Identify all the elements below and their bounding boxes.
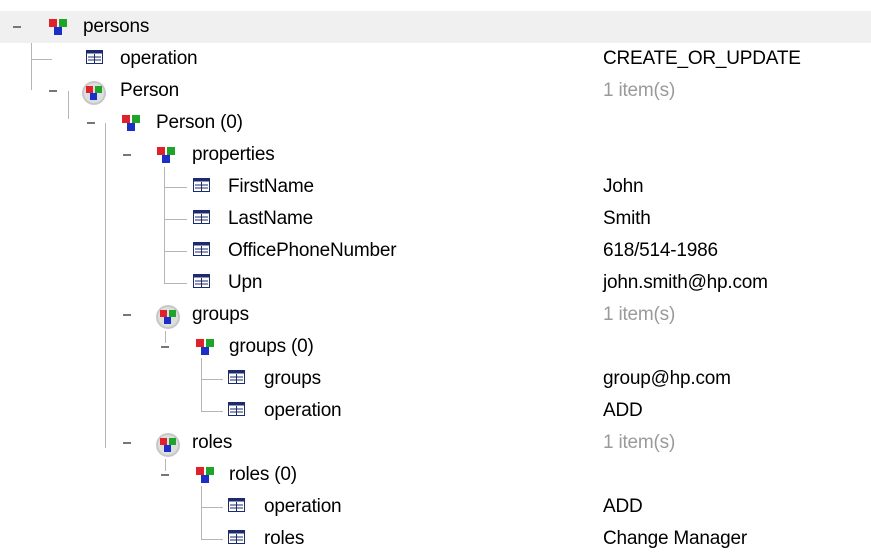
node-label: groups bbox=[192, 304, 249, 325]
collapse-toggle[interactable] bbox=[158, 468, 172, 482]
record-icon bbox=[155, 145, 177, 165]
field-icon bbox=[228, 402, 245, 416]
field-icon bbox=[193, 242, 210, 256]
collection-icon bbox=[155, 432, 181, 458]
node-value: 618/514-1986 bbox=[603, 240, 718, 261]
record-icon bbox=[194, 337, 216, 357]
collapse-toggle[interactable] bbox=[10, 20, 24, 34]
node-value: group@hp.com bbox=[603, 368, 731, 389]
field-icon bbox=[228, 370, 245, 384]
tree-node-persons[interactable]: persons bbox=[0, 11, 871, 43]
node-label: roles (0) bbox=[229, 464, 297, 485]
node-value: Smith bbox=[603, 208, 651, 229]
object-tree: persons operation CREATE_OR_UPDATE Perso… bbox=[0, 0, 871, 550]
node-value: 1 item(s) bbox=[603, 80, 676, 101]
node-label: groups bbox=[264, 368, 321, 389]
node-label: Upn bbox=[228, 272, 263, 293]
collapse-toggle[interactable] bbox=[46, 84, 60, 98]
node-value: ADD bbox=[603, 496, 643, 517]
collection-icon bbox=[81, 80, 107, 106]
field-icon bbox=[193, 210, 210, 224]
collection-icon bbox=[155, 304, 181, 330]
collapse-toggle[interactable] bbox=[84, 116, 98, 130]
node-value: ADD bbox=[603, 400, 643, 421]
tree-node-person-0[interactable]: Person (0) bbox=[0, 107, 871, 139]
node-label: operation bbox=[264, 496, 342, 517]
tree-node-operation[interactable]: operation CREATE_OR_UPDATE bbox=[0, 43, 871, 75]
tree-node-groups-operation[interactable]: operation ADD bbox=[0, 395, 871, 427]
node-label: OfficePhoneNumber bbox=[228, 240, 397, 261]
node-label: roles bbox=[264, 528, 305, 549]
node-label: operation bbox=[264, 400, 342, 421]
collapse-toggle[interactable] bbox=[158, 340, 172, 354]
node-label: Person bbox=[120, 80, 180, 101]
field-icon bbox=[193, 274, 210, 288]
collapse-toggle[interactable] bbox=[120, 148, 134, 162]
node-label: roles bbox=[192, 432, 233, 453]
node-label: persons bbox=[83, 16, 150, 37]
record-icon bbox=[47, 17, 69, 37]
record-icon bbox=[194, 465, 216, 485]
tree-node-groups-0[interactable]: groups (0) bbox=[0, 331, 871, 363]
tree-node-lastname[interactable]: LastName Smith bbox=[0, 203, 871, 235]
field-icon bbox=[228, 498, 245, 512]
node-label: properties bbox=[192, 144, 275, 165]
field-icon bbox=[86, 50, 103, 64]
node-value: john.smith@hp.com bbox=[603, 272, 768, 293]
tree-node-roles[interactable]: roles 1 item(s) bbox=[0, 427, 871, 459]
node-label: groups (0) bbox=[229, 336, 314, 357]
node-label: FirstName bbox=[228, 176, 314, 197]
tree-node-properties[interactable]: properties bbox=[0, 139, 871, 171]
tree-node-roles-operation[interactable]: operation ADD bbox=[0, 491, 871, 523]
node-value: 1 item(s) bbox=[603, 304, 676, 325]
node-label: operation bbox=[120, 48, 198, 69]
field-icon bbox=[228, 530, 245, 544]
tree-node-roles-0[interactable]: roles (0) bbox=[0, 459, 871, 491]
tree-node-officephonenumber[interactable]: OfficePhoneNumber 618/514-1986 bbox=[0, 235, 871, 267]
collapse-toggle[interactable] bbox=[120, 436, 134, 450]
field-icon bbox=[193, 178, 210, 192]
node-value: John bbox=[603, 176, 644, 197]
tree-node-groups[interactable]: groups 1 item(s) bbox=[0, 299, 871, 331]
node-value: 1 item(s) bbox=[603, 432, 676, 453]
collapse-toggle[interactable] bbox=[120, 308, 134, 322]
tree-node-firstname[interactable]: FirstName John bbox=[0, 171, 871, 203]
tree-node-groups-field[interactable]: groups group@hp.com bbox=[0, 363, 871, 395]
record-icon bbox=[120, 113, 142, 133]
tree-node-upn[interactable]: Upn john.smith@hp.com bbox=[0, 267, 871, 299]
node-value: CREATE_OR_UPDATE bbox=[603, 48, 801, 69]
tree-node-person[interactable]: Person 1 item(s) bbox=[0, 75, 871, 107]
node-label: Person (0) bbox=[156, 112, 243, 133]
tree-node-roles-field[interactable]: roles Change Manager bbox=[0, 523, 871, 555]
node-value: Change Manager bbox=[603, 528, 748, 549]
node-label: LastName bbox=[228, 208, 313, 229]
